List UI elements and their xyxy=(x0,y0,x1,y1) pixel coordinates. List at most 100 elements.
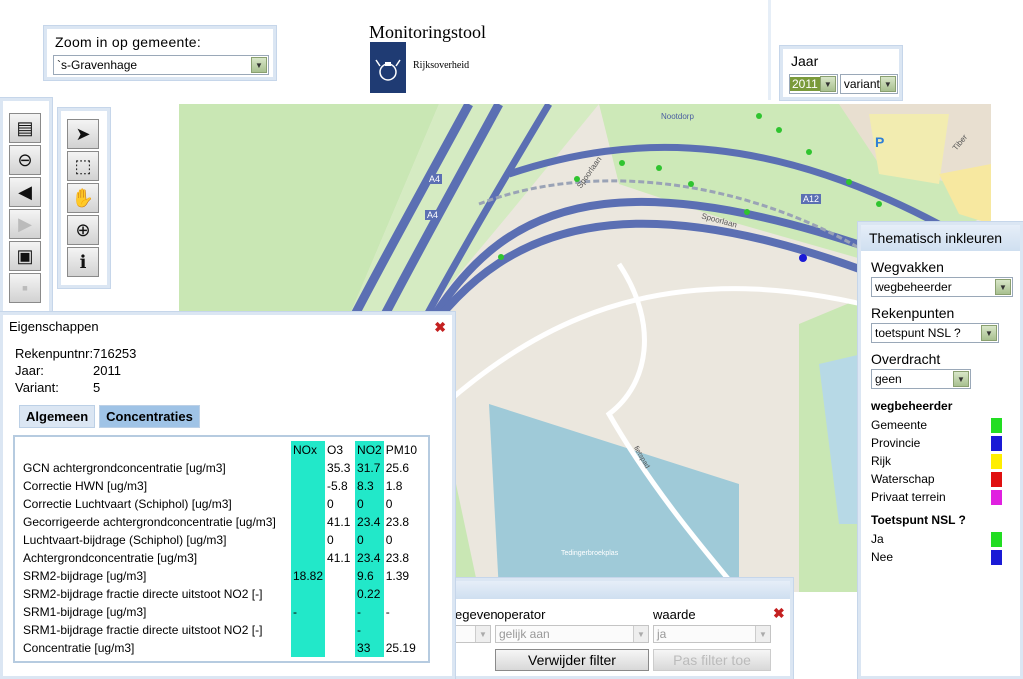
cell-o3: 41.1 xyxy=(327,515,351,529)
chevron-down-icon: ▼ xyxy=(755,626,770,642)
cell-o3 xyxy=(325,603,355,621)
filter-titlebar xyxy=(453,581,790,599)
cell-pm10: 23.8 xyxy=(385,515,410,529)
full-extent-button[interactable]: ▣ xyxy=(9,241,41,271)
table-row: SRM1-bijdrage [ug/m3] - - - xyxy=(21,603,420,621)
full-extent-icon: ▣ xyxy=(16,245,34,266)
jaar-value: 2011 xyxy=(93,363,121,378)
apply-filter-button[interactable]: Pas filter toe xyxy=(653,649,771,671)
cell-label: SRM1-bijdrage fractie directe uitstoot N… xyxy=(23,623,263,637)
cell-no2: 0 xyxy=(355,531,384,549)
zoom-label: Zoom in op gemeente: xyxy=(55,34,202,50)
gemeente-select[interactable]: `s-Gravenhage ▼ xyxy=(53,55,269,75)
cell-label: Achtergrondconcentratie [ug/m3] xyxy=(23,551,198,565)
jaar-label: Jaar: xyxy=(15,363,44,378)
legend-label: Ja xyxy=(871,532,884,546)
zoom-in-button[interactable]: ⊕ xyxy=(67,215,99,245)
wegvakken-label: Wegvakken xyxy=(871,259,944,275)
legend-label: Privaat terrein xyxy=(871,490,946,504)
pointer-icon: ➤ xyxy=(75,123,91,144)
close-icon[interactable]: ✖ xyxy=(773,605,785,622)
variant-select[interactable]: variant ▼ xyxy=(839,74,898,94)
cell-label: Gecorrigeerde achtergrondconcentratie [u… xyxy=(23,515,276,529)
filter-panel: egeven operator waarde ✖ ▼ gelijk aan ▼ … xyxy=(450,578,793,679)
cell-nox xyxy=(291,477,326,495)
cell-nox xyxy=(291,549,326,567)
zoom-out-button[interactable]: ⊖ xyxy=(9,145,41,175)
eigenschappen-title: Eigenschappen xyxy=(9,319,99,334)
cell-pm10 xyxy=(384,621,420,639)
tab-concentraties[interactable]: Concentraties xyxy=(99,405,200,428)
cell-o3 xyxy=(325,621,355,639)
col-header-no2: NO2 xyxy=(355,441,384,459)
close-icon[interactable]: ✖ xyxy=(434,319,446,336)
zoom-panel: Zoom in op gemeente: `s-Gravenhage ▼ xyxy=(44,26,276,80)
legend-title: wegbeheerder xyxy=(871,399,953,413)
select-button[interactable]: ⬚ xyxy=(67,151,99,181)
next-extent-button[interactable]: ▶ xyxy=(9,209,41,239)
cell-label: Concentratie [ug/m3] xyxy=(23,641,135,655)
legend-swatch xyxy=(991,489,1002,505)
concentraties-box: NOx O3 NO2 PM10 GCN achtergrondconcentra… xyxy=(13,435,430,663)
org-name: Rijksoverheid xyxy=(413,60,470,71)
info-button[interactable]: ℹ xyxy=(67,247,99,277)
variant-label: Variant: xyxy=(15,380,59,395)
cell-nox xyxy=(291,513,326,531)
cell-nox xyxy=(291,585,326,603)
legend-swatch xyxy=(991,531,1002,547)
overdracht-select[interactable]: geen ▼ xyxy=(871,369,971,389)
remove-filter-button[interactable]: Verwijder filter xyxy=(495,649,649,671)
pan-button[interactable]: ✋ xyxy=(67,183,99,213)
cell-pm10: 0 xyxy=(385,497,393,511)
select-icon: ⬚ xyxy=(74,155,92,176)
chevron-down-icon: ▼ xyxy=(633,626,648,642)
cell-pm10: 23.8 xyxy=(385,551,410,565)
rijksoverheid-logo xyxy=(370,42,406,93)
filter-field-select[interactable]: ▼ xyxy=(451,625,491,643)
map-label-a4: A4 xyxy=(425,210,441,220)
year-select[interactable]: 2011 ▼ xyxy=(789,74,838,94)
filter-operator-select[interactable]: gelijk aan ▼ xyxy=(495,625,649,643)
filter-col1-label: egeven xyxy=(455,607,498,622)
info-icon: ℹ xyxy=(79,251,87,272)
chevron-down-icon: ▼ xyxy=(251,57,267,73)
table-row: Concentratie [ug/m3] 33 25.19 xyxy=(21,639,420,657)
map-label-nootdorp: Nootdorp xyxy=(661,112,694,121)
cell-pm10: 25.6 xyxy=(385,461,410,475)
pointer-button[interactable]: ➤ xyxy=(67,119,99,149)
cell-pm10: 1.39 xyxy=(385,569,410,583)
layers-button[interactable]: ▤ xyxy=(9,113,41,143)
cell-nox xyxy=(291,639,326,657)
filter-waarde-select[interactable]: ja ▼ xyxy=(653,625,771,643)
eigenschappen-panel: Eigenschappen ✖ Rekenpuntnr: 716253 Jaar… xyxy=(0,312,455,679)
map-toolbar-left: ▤ ⊖ ◀ ▶ ▣ ▪ xyxy=(0,98,52,318)
chevron-down-icon: ▼ xyxy=(953,371,969,387)
map-label-parking: P xyxy=(875,134,885,150)
save-button[interactable]: ▪ xyxy=(9,273,41,303)
wegvakken-value: wegbeheerder xyxy=(875,280,952,294)
map-toolbar-tools: ➤ ⬚ ✋ ⊕ ℹ xyxy=(58,108,110,288)
gemeente-value: `s-Gravenhage xyxy=(57,58,138,72)
legend-item: Ja xyxy=(871,531,1002,547)
rekenpunten-select[interactable]: toetspunt NSL ? ▼ xyxy=(871,323,999,343)
next-extent-icon: ▶ xyxy=(18,213,32,234)
variant-value: 5 xyxy=(93,380,101,395)
cell-label: GCN achtergrondconcentratie [ug/m3] xyxy=(23,461,226,475)
jaar-label: Jaar xyxy=(791,53,819,69)
cell-o3: -5.8 xyxy=(327,479,348,493)
previous-extent-button[interactable]: ◀ xyxy=(9,177,41,207)
legend-swatch xyxy=(991,417,1002,433)
map-label-a4: A4 xyxy=(427,174,443,184)
tab-algemeen[interactable]: Algemeen xyxy=(19,405,96,428)
col-header-o3: O3 xyxy=(327,443,344,457)
legend-swatch xyxy=(991,435,1002,451)
filter-operator-label: operator xyxy=(497,607,546,622)
cell-pm10: 25.19 xyxy=(385,641,416,655)
rekenpunt-info: Rekenpuntnr: 716253 Jaar: 2011 Variant: … xyxy=(15,346,452,395)
wegvakken-select[interactable]: wegbeheerder ▼ xyxy=(871,277,1013,297)
chevron-down-icon: ▼ xyxy=(981,325,997,341)
previous-extent-icon: ◀ xyxy=(18,181,32,202)
overdracht-value: geen xyxy=(875,372,902,386)
legend-label: Provincie xyxy=(871,436,921,450)
year-value: 2011 xyxy=(790,77,820,91)
